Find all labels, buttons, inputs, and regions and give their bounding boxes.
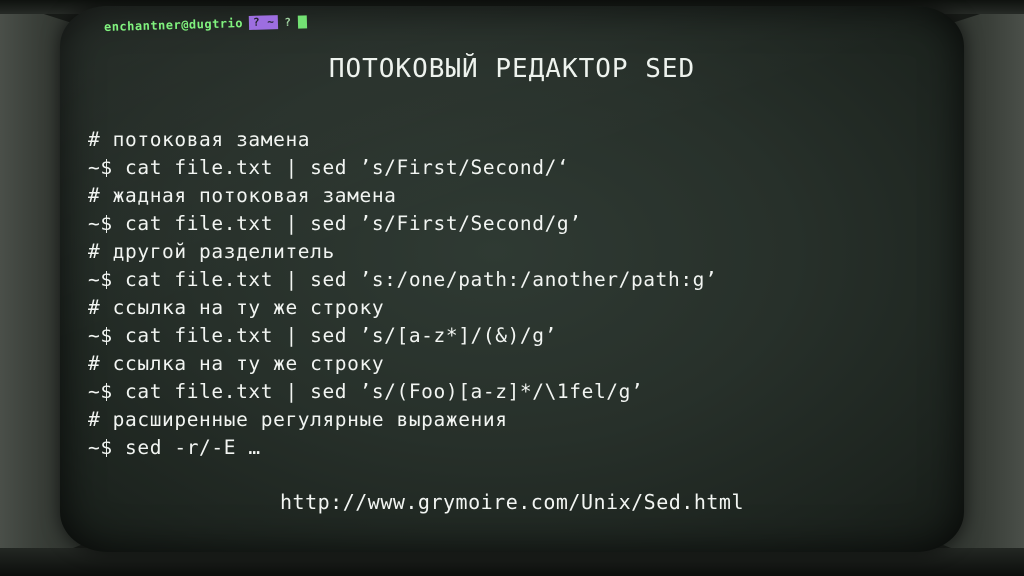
terminal-cursor xyxy=(297,14,307,29)
prompt-segment: ? ~ xyxy=(248,15,279,30)
code-line: # жадная потоковая замена xyxy=(88,184,397,207)
code-line: # расширенные регулярные выражения xyxy=(88,408,508,431)
prompt-q1: ? xyxy=(252,15,261,29)
code-line: ~$ cat file.txt | sed ’s/First/Second/‘ xyxy=(88,156,570,179)
code-listing: # потоковая замена ~$ cat file.txt | sed… xyxy=(88,126,717,462)
code-line: # потоковая замена xyxy=(88,128,311,151)
crt-screen: enchantner@dugtrio ? ~ ? ПОТОКОВЫЙ РЕДАК… xyxy=(60,6,964,552)
slide-title: ПОТОКОВЫЙ РЕДАКТОР SED xyxy=(328,54,696,84)
prompt-path: ~ xyxy=(267,15,275,29)
prompt-q2: ? xyxy=(284,15,292,29)
code-line: ~$ cat file.txt | sed ’s:/one/path:/anot… xyxy=(88,268,718,291)
bezel-bottom xyxy=(0,548,1024,576)
code-line: ~$ cat file.txt | sed ’s/(Foo)[a-z]*/\1f… xyxy=(88,380,644,403)
code-line: ~$ sed -r/-E … xyxy=(88,436,261,459)
code-line: ~$ cat file.txt | sed ’s/[a-z*]/(&)/g’ xyxy=(88,324,557,347)
code-line: ~$ cat file.txt | sed ’s/First/Second/g’ xyxy=(88,212,582,235)
code-line: # ссылка на ту же строку xyxy=(88,296,385,319)
terminal-prompt: enchantner@dugtrio ? ~ ? xyxy=(104,10,307,38)
reference-url: http://www.grymoire.com/Unix/Sed.html xyxy=(279,490,745,514)
code-line: # ссылка на ту же строку xyxy=(88,352,385,375)
code-line: # другой разделитель xyxy=(88,240,335,263)
prompt-user: enchantner@dugtrio xyxy=(103,16,244,34)
